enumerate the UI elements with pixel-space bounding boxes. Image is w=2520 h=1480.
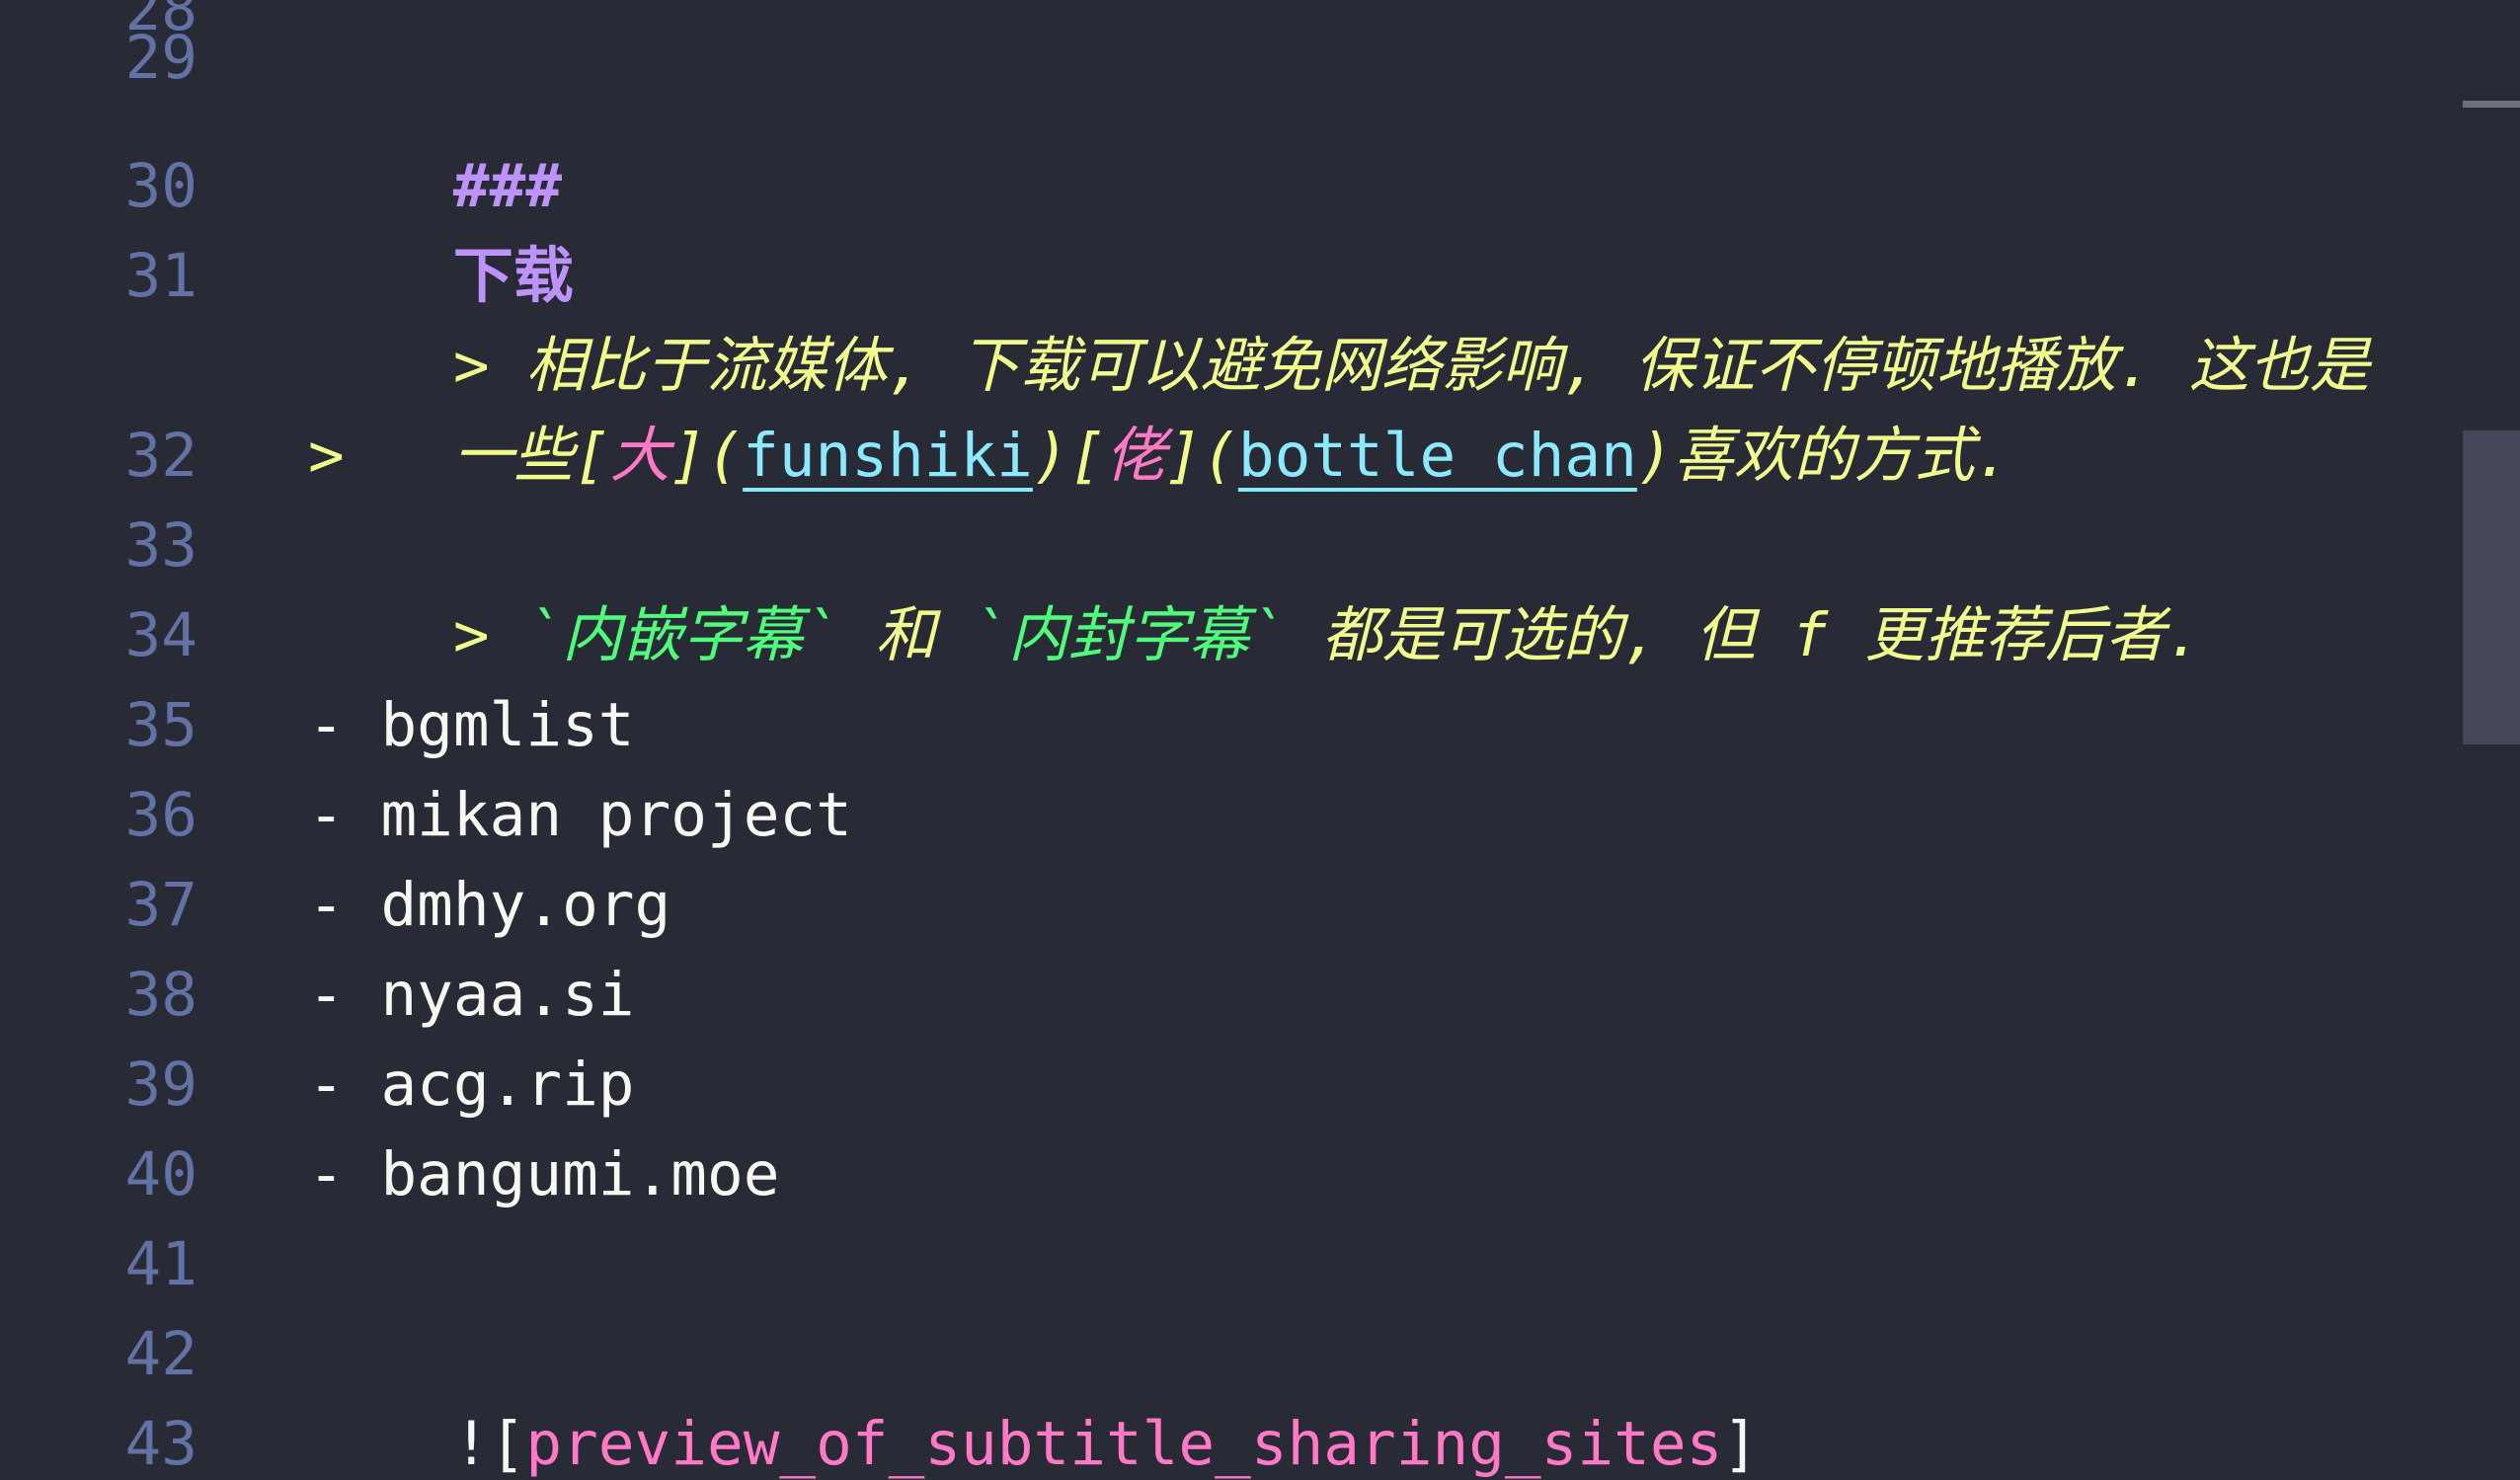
blockquote-text: 都是可选的, 但 f 更推荐后者. [1285, 600, 2202, 670]
blockquote-line[interactable]: > 相比于流媒体, 下载可以避免网络影响, 保证不停顿地播放. 这也是 [308, 231, 2370, 401]
vertical-scrollbar[interactable] [2463, 0, 2520, 1480]
line-number: 33 [124, 510, 197, 581]
line-number: 35 [124, 690, 197, 760]
list-item[interactable]: - bgmlist [308, 680, 635, 770]
blockquote-text: 一些[ [452, 421, 610, 491]
inline-code: `内封字幕` [972, 600, 1286, 670]
blockquote-text: > [452, 600, 526, 670]
list-item[interactable]: - mikan project [308, 770, 852, 860]
list-item[interactable]: - bangumi.moe [308, 1129, 779, 1219]
blockquote-text: )喜欢的方式. [1636, 421, 2011, 491]
markdown-editor[interactable]: 28 29 30 31 32 33 34 35 36 37 38 39 40 4… [0, 0, 2520, 1480]
list-item[interactable]: - acg.rip [308, 1040, 635, 1129]
line-number: 40 [124, 1139, 197, 1209]
image-close-bracket: ] [1722, 1409, 1760, 1479]
line-number: 32 [124, 421, 197, 491]
link-bracket: ]( [669, 421, 744, 491]
link-url[interactable]: funshiki [743, 421, 1033, 491]
image-reference-line[interactable]: ![preview_of_subtitle_sharing_sites] [308, 1309, 1759, 1479]
line-number: 34 [124, 600, 197, 670]
line-number: 43 [124, 1409, 197, 1479]
line-number: 29 [124, 23, 197, 93]
blockquote-text: 和 [838, 600, 973, 670]
line-number: 38 [124, 960, 197, 1030]
inline-code: `内嵌字幕` [525, 600, 839, 670]
scrollbar-thumb[interactable] [2463, 430, 2520, 744]
link-bracket: )[ [1032, 421, 1106, 491]
line-number: 31 [124, 241, 197, 311]
heading-marker: ### [452, 151, 563, 221]
blockquote-line[interactable]: > `内嵌字幕` 和 `内封字幕` 都是可选的, 但 f 更推荐后者. [308, 501, 2202, 670]
blockquote-line-wrapped[interactable]: 一些[大](funshiki)[佬](bottle_chan)喜欢的方式. [308, 321, 2010, 491]
line-number: 36 [124, 780, 197, 850]
list-item[interactable]: - nyaa.si [308, 950, 635, 1040]
list-item[interactable]: - dmhy.org [308, 860, 670, 950]
heading-line[interactable]: ### 下载 [308, 51, 574, 311]
image-alt-text: preview_of_subtitle_sharing_sites [525, 1409, 1723, 1479]
scrollbar-marker [2463, 101, 2520, 108]
image-open-bracket: ![ [452, 1409, 526, 1479]
link-bracket: ]( [1165, 421, 1238, 491]
line-number: 39 [124, 1050, 197, 1120]
link-text[interactable]: 佬 [1105, 421, 1165, 491]
line-number: 37 [124, 870, 197, 940]
link-text[interactable]: 大 [610, 421, 670, 491]
line-number: 30 [124, 151, 197, 221]
blockquote-line[interactable]: > [308, 411, 345, 501]
line-number: 41 [124, 1229, 197, 1299]
link-url[interactable]: bottle_chan [1238, 421, 1637, 491]
line-number: 42 [124, 1319, 197, 1389]
